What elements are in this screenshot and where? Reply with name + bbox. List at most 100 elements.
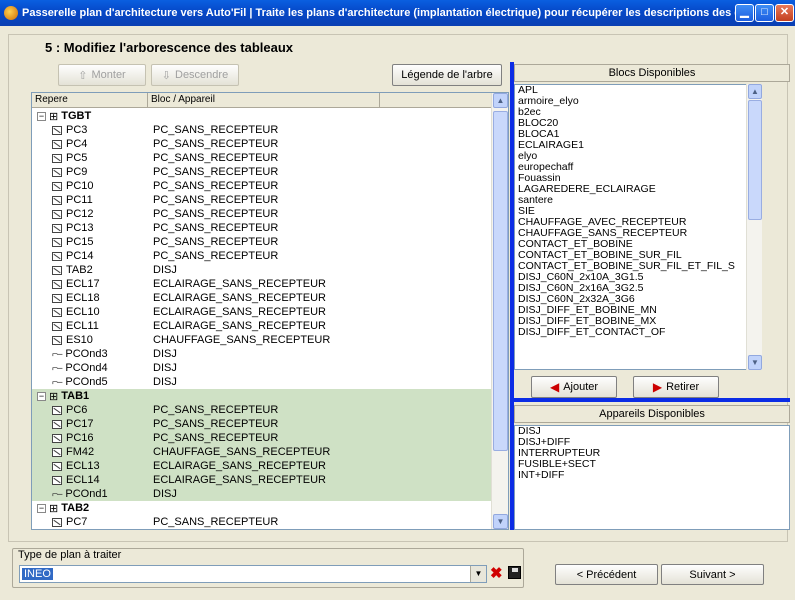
blocs-scrollbar[interactable]: ▲ ▼ (746, 84, 762, 370)
repere-label: FM42 (66, 446, 95, 458)
repere-label: TGBT (61, 110, 92, 122)
repere-label: TAB2 (66, 264, 93, 276)
header-bloc[interactable]: Bloc / Appareil (148, 93, 380, 107)
bloc-list-item[interactable]: armoire_elyo (515, 96, 761, 107)
appareils-list[interactable]: DISJ DISJ+DIFF INTERRUPTEUR FUSIBLE+SECT INT… (514, 425, 790, 530)
tree-view[interactable]: Repere Bloc / Appareil − ⊞ TGBT PC3 PC_SANS_… (31, 92, 509, 530)
repere-cell: PC5 (32, 152, 148, 164)
tree-row[interactable]: ES10 CHAUFFAGE_SANS_RECEPTEUR (32, 333, 492, 347)
repere-cell: FM42 (32, 446, 148, 458)
collapse-icon[interactable]: − (37, 503, 46, 513)
add-button[interactable]: ◀ Ajouter (531, 376, 617, 398)
breaker-icon (52, 265, 62, 275)
minimize-button[interactable]: ▁ (735, 4, 754, 22)
app-window: Passerelle plan d'architecture vers Auto… (0, 0, 795, 600)
close-button[interactable]: ✕ (775, 4, 794, 22)
blocs-scroll-up-icon[interactable]: ▲ (748, 84, 762, 99)
breaker-icon (52, 307, 62, 317)
horizontal-splitter[interactable] (514, 398, 790, 402)
breaker-icon (52, 167, 62, 177)
previous-button[interactable]: < Précédent (555, 564, 658, 585)
tree-row[interactable]: PC12 PC_SANS_RECEPTEUR (32, 207, 492, 221)
appareil-list-item[interactable]: INT+DIFF (515, 470, 789, 481)
switch-icon: ⌐– (52, 348, 62, 360)
tableau-icon: ⊞ (49, 110, 59, 123)
tree-row[interactable]: ECL17 ECLAIRAGE_SANS_RECEPTEUR (32, 277, 492, 291)
tree-row[interactable]: ECL10 ECLAIRAGE_SANS_RECEPTEUR (32, 305, 492, 319)
bloc-cell: ECLAIRAGE_SANS_RECEPTEUR (153, 278, 326, 290)
tree-row[interactable]: ⌐– PCOnd1 DISJ (32, 487, 492, 501)
collapse-icon[interactable]: − (37, 111, 46, 121)
tree-row[interactable]: PC9 PC_SANS_RECEPTEUR (32, 165, 492, 179)
breaker-icon (52, 447, 62, 457)
tree-row[interactable]: ECL18 ECLAIRAGE_SANS_RECEPTEUR (32, 291, 492, 305)
tree-row[interactable]: ⌐– PCOnd4 DISJ (32, 361, 492, 375)
tree-row[interactable]: PC13 PC_SANS_RECEPTEUR (32, 221, 492, 235)
blocs-scroll-down-icon[interactable]: ▼ (748, 355, 762, 370)
plan-type-label: Type de plan à traiter (18, 549, 122, 561)
tree-row[interactable]: ⌐– PCOnd3 DISJ (32, 347, 492, 361)
tree-row[interactable]: PC11 PC_SANS_RECEPTEUR (32, 193, 492, 207)
blocs-scroll-thumb[interactable] (748, 100, 762, 220)
move-up-button[interactable]: ⇧ Monter (58, 64, 146, 86)
remove-button[interactable]: ▶ Retirer (633, 376, 719, 398)
blocs-header: Blocs Disponibles (514, 64, 790, 82)
tree-scrollbar[interactable]: ▲ ▼ (491, 93, 508, 529)
maximize-button[interactable]: □ (755, 4, 774, 22)
scroll-up-icon[interactable]: ▲ (493, 93, 508, 108)
move-down-label: Descendre (175, 69, 229, 81)
breaker-icon (52, 209, 62, 219)
tree-row[interactable]: ECL11 ECLAIRAGE_SANS_RECEPTEUR (32, 319, 492, 333)
repere-label: PC12 (66, 208, 94, 220)
repere-label: TAB1 (61, 390, 90, 402)
scroll-thumb[interactable] (493, 111, 508, 451)
tree-row[interactable]: PC6 PC_SANS_RECEPTEUR (32, 403, 492, 417)
tree-row[interactable]: PC17 PC_SANS_RECEPTEUR (32, 417, 492, 431)
delete-icon[interactable]: ✖ (490, 565, 503, 583)
tree-row[interactable]: TAB2 DISJ (32, 263, 492, 277)
chevron-down-icon[interactable]: ▼ (470, 566, 486, 582)
breaker-icon (52, 335, 62, 345)
repere-cell: ⌐– PCOnd5 (32, 376, 148, 388)
tree-row[interactable]: ⌐– PCOnd5 DISJ (32, 375, 492, 389)
next-button[interactable]: Suivant > (661, 564, 764, 585)
header-repere[interactable]: Repere (32, 93, 148, 107)
collapse-icon[interactable]: − (37, 391, 46, 401)
tree-node-tableau[interactable]: − ⊞ TGBT (32, 109, 492, 123)
tree-row[interactable]: FM42 CHAUFFAGE_SANS_RECEPTEUR (32, 445, 492, 459)
tree-row[interactable]: PC7 PC_SANS_RECEPTEUR (32, 515, 492, 529)
move-down-button[interactable]: ⇩ Descendre (151, 64, 239, 86)
tree-row[interactable]: ECL13 ECLAIRAGE_SANS_RECEPTEUR (32, 459, 492, 473)
tree-row[interactable]: ECL14 ECLAIRAGE_SANS_RECEPTEUR (32, 473, 492, 487)
repere-label: PCOnd5 (65, 376, 108, 388)
repere-cell: TAB2 (32, 264, 148, 276)
repere-cell: ECL18 (32, 292, 148, 304)
scroll-down-icon[interactable]: ▼ (493, 514, 508, 529)
breaker-icon (52, 405, 62, 415)
app-icon (4, 6, 18, 20)
repere-label: PC14 (66, 250, 94, 262)
legend-button[interactable]: Légende de l'arbre (392, 64, 502, 86)
title-bar[interactable]: Passerelle plan d'architecture vers Auto… (0, 0, 795, 26)
repere-label: ECL17 (66, 278, 100, 290)
tree-row[interactable]: PC4 PC_SANS_RECEPTEUR (32, 137, 492, 151)
plan-type-select[interactable]: INEO ▼ (19, 565, 487, 583)
tree-row[interactable]: PC14 PC_SANS_RECEPTEUR (32, 249, 492, 263)
repere-label: PC11 (66, 194, 93, 206)
bloc-list-item[interactable]: ECLAIRAGE1 (515, 140, 761, 151)
tree-row[interactable]: PC10 PC_SANS_RECEPTEUR (32, 179, 492, 193)
tree-row[interactable]: PC15 PC_SANS_RECEPTEUR (32, 235, 492, 249)
repere-cell: PC13 (32, 222, 148, 234)
bloc-cell: PC_SANS_RECEPTEUR (153, 138, 279, 150)
blocs-list[interactable]: APL armoire_elyo b2ec BLOC20 BLOCA1 ECLAIRAGE… (514, 84, 762, 370)
save-icon[interactable] (508, 566, 521, 579)
tree-row[interactable]: PC3 PC_SANS_RECEPTEUR (32, 123, 492, 137)
arrow-down-icon: ⇩ (161, 69, 171, 82)
bloc-list-item[interactable]: DISJ_DIFF_ET_CONTACT_OF (515, 327, 761, 338)
tree-row[interactable]: PC5 PC_SANS_RECEPTEUR (32, 151, 492, 165)
breaker-icon (52, 433, 62, 443)
bloc-list-item[interactable]: santere (515, 195, 761, 206)
tree-node-tableau[interactable]: − ⊞ TAB1 (32, 389, 492, 403)
tree-node-tableau[interactable]: − ⊞ TAB2 (32, 501, 492, 515)
tree-row[interactable]: PC16 PC_SANS_RECEPTEUR (32, 431, 492, 445)
